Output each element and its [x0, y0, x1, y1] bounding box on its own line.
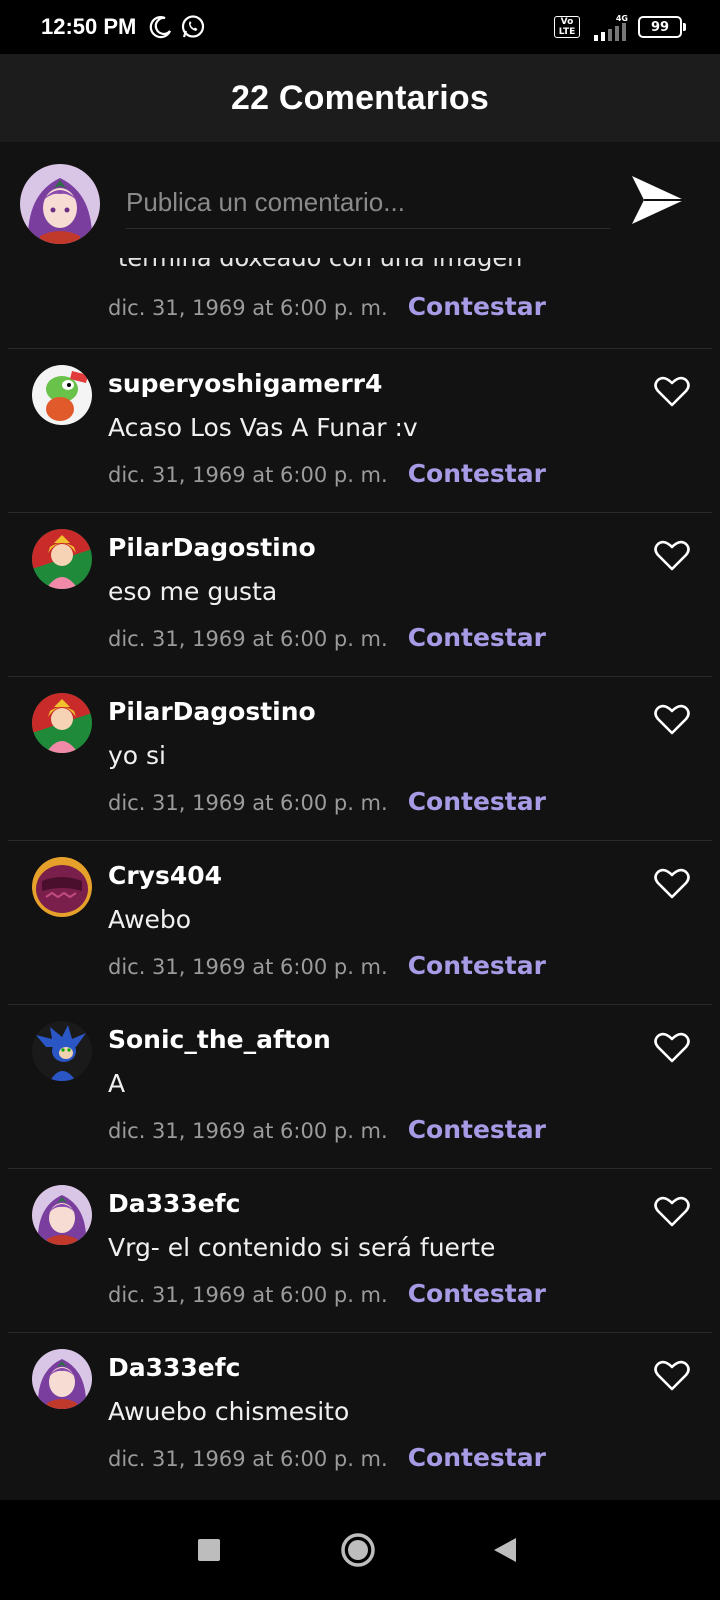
comment-item: PilarDagostino eso me gusta dic. 31, 196…	[0, 513, 720, 677]
nav-home-icon	[341, 1533, 375, 1567]
comments-list[interactable]: termina doxeado con una imagen dic. 31, …	[0, 258, 720, 1500]
reply-link[interactable]: Contestar	[408, 951, 546, 980]
nav-recents-button[interactable]	[197, 1538, 221, 1566]
reply-link[interactable]: Contestar	[408, 1443, 546, 1472]
comment-date: dic. 31, 1969 at 6:00 p. m.	[108, 296, 388, 320]
nav-home-button[interactable]	[340, 1532, 376, 1572]
comment-meta: dic. 31, 1969 at 6:00 p. m. Contestar	[108, 1279, 546, 1308]
comment-text: termina doxeado con una imagen	[118, 258, 523, 272]
comment-meta: dic. 31, 1969 at 6:00 p. m. Contestar	[108, 459, 546, 488]
comment-text: Awebo	[108, 905, 192, 934]
comment-text: A	[108, 1069, 126, 1098]
comment-meta: dic. 31, 1969 at 6:00 p. m. Contestar	[108, 951, 546, 980]
comment-text: eso me gusta	[108, 577, 278, 606]
avatar[interactable]	[32, 693, 92, 753]
reply-link[interactable]: Contestar	[408, 787, 546, 816]
send-icon	[632, 176, 684, 224]
comment-text: yo si	[108, 741, 167, 770]
comment-item: superyoshigamerr4 Acaso Los Vas A Funar …	[0, 349, 720, 513]
comment-date: dic. 31, 1969 at 6:00 p. m.	[108, 463, 388, 487]
battery-icon: 99	[638, 16, 686, 38]
volte-badge: Vo LTE	[554, 16, 580, 38]
comment-username[interactable]: Sonic_the_afton	[108, 1025, 331, 1054]
comment-text: Acaso Los Vas A Funar :v	[108, 413, 418, 442]
comment-text: Awuebo chismesito	[108, 1397, 350, 1426]
comment-meta: dic. 31, 1969 at 6:00 p. m. Contestar	[108, 1115, 546, 1144]
heart-outline-icon[interactable]	[654, 867, 690, 899]
comment-input[interactable]	[126, 176, 610, 229]
heart-outline-icon[interactable]	[654, 1031, 690, 1063]
nav-recents-icon	[198, 1539, 220, 1561]
comment-username[interactable]: PilarDagostino	[108, 697, 316, 726]
comment-username[interactable]: Da333efc	[108, 1353, 240, 1382]
comment-username[interactable]: Crys404	[108, 861, 222, 890]
page-title: 22 Comentarios	[231, 78, 489, 117]
avatar[interactable]	[32, 1185, 92, 1245]
reply-link[interactable]: Contestar	[408, 292, 546, 321]
whatsapp-icon	[180, 14, 206, 40]
comment-item-partial: termina doxeado con una imagen dic. 31, …	[0, 258, 720, 348]
comment-compose-bar	[0, 142, 720, 258]
comment-date: dic. 31, 1969 at 6:00 p. m.	[108, 627, 388, 651]
heart-outline-icon[interactable]	[654, 1359, 690, 1391]
comment-meta: dic. 31, 1969 at 6:00 p. m. Contestar	[108, 292, 546, 321]
status-bar: 12:50 PM Vo LTE 4G 99	[0, 0, 720, 54]
system-nav-bar	[0, 1500, 720, 1600]
status-right: Vo LTE 4G 99	[554, 0, 686, 54]
comment-meta: dic. 31, 1969 at 6:00 p. m. Contestar	[108, 1443, 546, 1472]
comment-username[interactable]: PilarDagostino	[108, 533, 316, 562]
comment-date: dic. 31, 1969 at 6:00 p. m.	[108, 1447, 388, 1471]
comment-date: dic. 31, 1969 at 6:00 p. m.	[108, 1119, 388, 1143]
comment-date: dic. 31, 1969 at 6:00 p. m.	[108, 955, 388, 979]
current-user-avatar	[20, 164, 100, 244]
heart-outline-icon[interactable]	[654, 539, 690, 571]
comment-date: dic. 31, 1969 at 6:00 p. m.	[108, 1283, 388, 1307]
comment-item: Sonic_the_afton A dic. 31, 1969 at 6:00 …	[0, 1005, 720, 1169]
comment-date: dic. 31, 1969 at 6:00 p. m.	[108, 791, 388, 815]
comment-item: Da333efc Awuebo chismesito dic. 31, 1969…	[0, 1333, 720, 1497]
comment-text: Vrg- el contenido si será fuerte	[108, 1233, 496, 1262]
nav-back-button[interactable]	[492, 1536, 518, 1568]
comment-username[interactable]: superyoshigamerr4	[108, 369, 382, 398]
avatar[interactable]	[32, 1021, 92, 1081]
reply-link[interactable]: Contestar	[408, 1279, 546, 1308]
nav-back-icon	[494, 1538, 516, 1562]
reply-link[interactable]: Contestar	[408, 459, 546, 488]
send-button[interactable]	[630, 172, 686, 232]
comment-meta: dic. 31, 1969 at 6:00 p. m. Contestar	[108, 787, 546, 816]
avatar[interactable]	[32, 857, 92, 917]
avatar[interactable]	[32, 365, 92, 425]
moon-icon	[148, 14, 174, 40]
comment-username[interactable]: Da333efc	[108, 1189, 240, 1218]
header: 22 Comentarios	[0, 54, 720, 142]
comment-item: PilarDagostino yo si dic. 31, 1969 at 6:…	[0, 677, 720, 841]
signal-icon: 4G	[590, 14, 628, 41]
avatar[interactable]	[32, 529, 92, 589]
reply-link[interactable]: Contestar	[408, 623, 546, 652]
comment-item: Da333efc Vrg- el contenido si será fuert…	[0, 1169, 720, 1333]
reply-link[interactable]: Contestar	[408, 1115, 546, 1144]
comment-meta: dic. 31, 1969 at 6:00 p. m. Contestar	[108, 623, 546, 652]
heart-outline-icon[interactable]	[654, 1195, 690, 1227]
status-time: 12:50 PM	[41, 14, 137, 39]
heart-outline-icon[interactable]	[654, 703, 690, 735]
heart-outline-icon[interactable]	[654, 375, 690, 407]
avatar[interactable]	[32, 1349, 92, 1409]
network-label: 4G	[615, 13, 628, 23]
comment-item: Crys404 Awebo dic. 31, 1969 at 6:00 p. m…	[0, 841, 720, 1005]
